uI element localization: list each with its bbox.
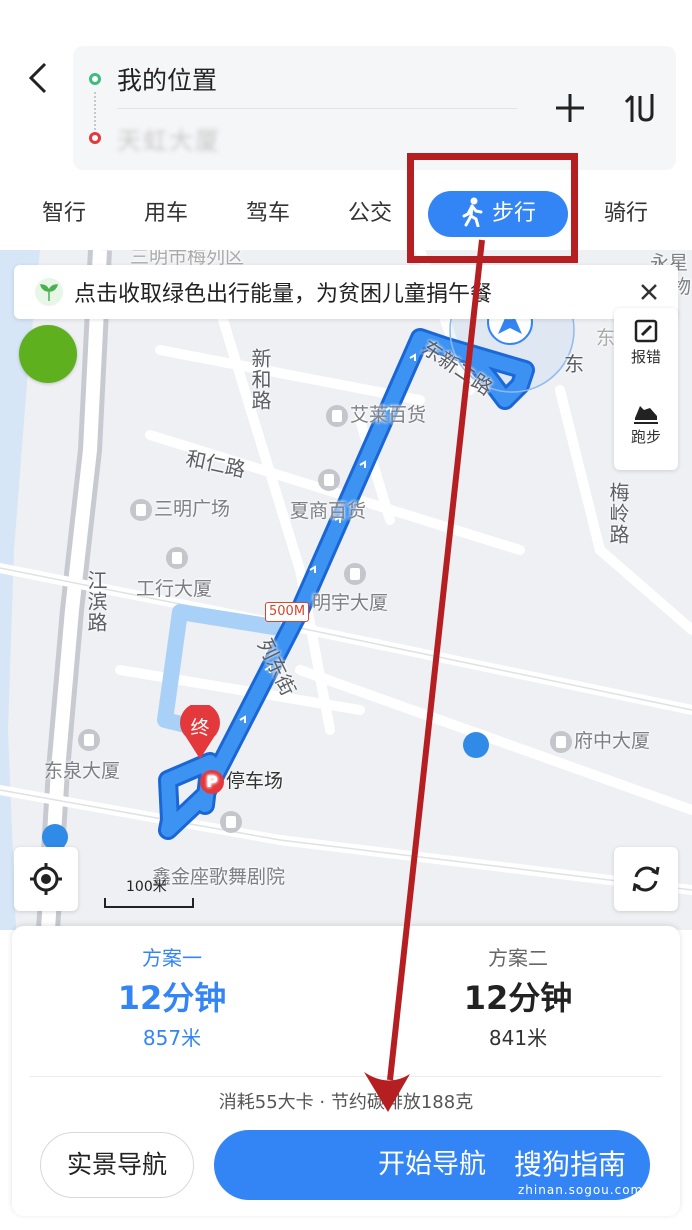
map-label-dong-char: 东 [564, 352, 584, 376]
plan-option-2[interactable]: 方案二 12分钟 841米 [358, 942, 678, 1054]
origin-field[interactable]: 我的位置 [73, 54, 523, 104]
add-stop-button[interactable] [550, 88, 590, 128]
scale-label: 100米 [126, 879, 167, 895]
refresh-button[interactable] [614, 847, 678, 911]
watermark-url: zhinan.sogou.com [518, 1183, 644, 1197]
map-label-theater-poi-icon [220, 810, 244, 833]
tab-cycling[interactable]: 骑行 [598, 188, 654, 240]
map-label-meiling-road: 梅岭路 [606, 482, 630, 545]
map-label-dongquan-tower: 东泉大厦 [44, 760, 121, 782]
travel-mode-tabs: 智行 用车 驾车 公交 步行 骑行 [0, 188, 692, 240]
map-label-mingyu-tower: 明宇大厦 [312, 592, 389, 614]
back-arrow-icon [28, 62, 47, 94]
map-label-mingyu-poi-icon [344, 562, 368, 585]
report-error-label: 报错 [630, 348, 661, 366]
scale-line [104, 898, 194, 908]
end-pin-icon: 终 [178, 702, 222, 761]
close-icon[interactable] [634, 277, 664, 307]
route-divider [117, 108, 517, 109]
green-energy-banner[interactable]: 点击收取绿色出行能量，为贫困儿童捐午餐 [14, 265, 678, 319]
running-shoe-icon [634, 406, 658, 424]
map-label-aile-store: 艾莱百货 [326, 400, 426, 427]
refresh-icon [632, 866, 660, 892]
map-side-tools: 报错 跑步 [614, 308, 678, 470]
end-pin-label: 终 [190, 717, 210, 739]
plan-time: 12分钟 [463, 979, 573, 1017]
distance-marker: 500M [265, 602, 310, 622]
map-label-gonghang-poi-icon [166, 546, 190, 569]
plan-name: 方案二 [488, 946, 548, 970]
sprout-icon [35, 278, 63, 306]
tab-driving[interactable]: 驾车 [240, 188, 296, 240]
building-icon [550, 730, 572, 753]
shop-icon [326, 404, 348, 427]
map-label-xiashang-store: 夏商百货 [290, 500, 367, 522]
building-icon [130, 498, 152, 521]
aile-store-text: 艾莱百货 [350, 404, 427, 426]
swap-route-button[interactable] [620, 88, 660, 128]
edit-icon [634, 319, 658, 343]
destination-dot-icon [89, 132, 101, 144]
running-button[interactable]: 跑步 [614, 388, 678, 468]
plan-name: 方案一 [142, 946, 202, 970]
watermark: 搜狗指南 zhinan.sogou.com [514, 1143, 643, 1197]
fuzhong-tower-text: 府中大厦 [574, 730, 651, 752]
locate-button[interactable] [14, 847, 78, 911]
map-scale: 100米 [104, 876, 194, 910]
tab-car-hailing[interactable]: 用车 [138, 188, 194, 240]
route-header: 我的位置 天虹大厦 智行 用车 驾车 公交 步行 骑行 [0, 0, 692, 250]
bus-stop-icon[interactable] [463, 732, 489, 758]
building-icon [344, 562, 366, 585]
map-label-sanming-plaza: 三明广场 [130, 494, 230, 521]
plan-option-1[interactable]: 方案一 12分钟 857米 [12, 942, 332, 1054]
origin-text: 我的位置 [117, 66, 218, 95]
plan-divider [30, 1076, 662, 1077]
building-icon [78, 728, 100, 751]
back-button[interactable] [18, 56, 58, 100]
plus-icon [556, 94, 584, 122]
map-label-dongquan-poi-icon [78, 728, 102, 751]
locate-icon [30, 863, 62, 895]
map-label-fuzhong-tower: 府中大厦 [550, 726, 650, 753]
map-label-xinhe-road: 新和路 [248, 348, 272, 411]
energy-ball[interactable] [19, 325, 77, 383]
sanming-plaza-text: 三明广场 [154, 498, 231, 520]
map-view[interactable]: 起 三明市梅列区 永星 物 东环梁角 新和路 艾莱百货 和仁路 三明广场 夏商百… [0, 250, 692, 930]
plan-time: 12分钟 [117, 979, 227, 1017]
theater-icon [220, 810, 242, 833]
map-label-jiangbin-road: 江滨路 [84, 570, 108, 633]
tab-transit[interactable]: 公交 [342, 188, 398, 240]
plan-distance: 857米 [142, 1026, 202, 1050]
shop-icon [318, 468, 340, 491]
destination-text: 天虹大厦 [117, 126, 221, 155]
map-label-xiashang-poi-icon [318, 468, 342, 491]
building-icon [166, 546, 188, 569]
report-error-button[interactable]: 报错 [614, 308, 678, 388]
watermark-brand: 搜狗指南 [514, 1148, 627, 1181]
parking-icon: P [200, 769, 224, 794]
tab-smart[interactable]: 智行 [36, 188, 92, 240]
parking-poi[interactable]: P 停车场 [200, 766, 283, 794]
plan-distance: 841米 [488, 1026, 548, 1050]
origin-dot-icon [89, 73, 101, 85]
swap-icon [624, 94, 654, 122]
annotation-highlight-box [407, 153, 578, 263]
banner-text: 点击收取绿色出行能量，为贫困儿童捐午餐 [74, 282, 493, 307]
parking-text: 停车场 [226, 770, 284, 792]
map-label-gonghang-tower: 工行大厦 [136, 578, 213, 600]
ar-navigation-button[interactable]: 实景导航 [40, 1132, 194, 1198]
running-label: 跑步 [630, 428, 661, 446]
plan-eco-info: 消耗55大卡 · 节约碳排放188克 [218, 1092, 474, 1113]
